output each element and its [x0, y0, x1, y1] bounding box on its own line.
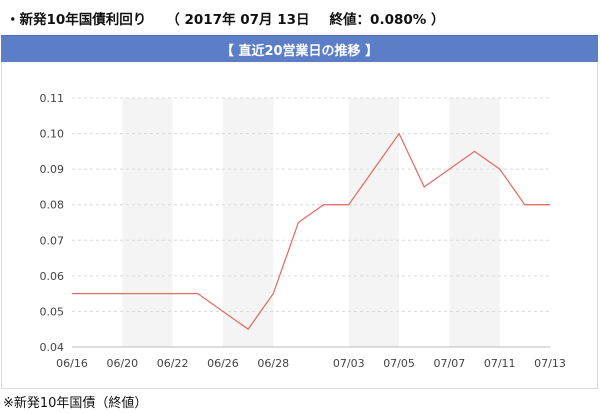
x-tick-label: 07/03 — [333, 357, 365, 370]
x-tick-label: 06/28 — [257, 357, 289, 370]
y-tick-label: 0.04 — [40, 341, 65, 354]
y-tick-label: 0.09 — [40, 163, 65, 176]
y-tick-label: 0.08 — [40, 199, 65, 212]
x-tick-label: 06/16 — [56, 357, 88, 370]
grid-band — [122, 98, 173, 347]
x-tick-label: 07/07 — [434, 357, 466, 370]
x-tick-label: 06/22 — [157, 357, 189, 370]
footnote: ※新発10年国債（終値） — [3, 396, 148, 411]
y-tick-label: 0.11 — [40, 92, 65, 105]
grid-band — [222, 98, 274, 347]
y-tick-label: 0.10 — [40, 128, 65, 141]
y-tick-label: 0.07 — [40, 234, 65, 247]
x-tick-label: 06/20 — [106, 357, 138, 370]
grid-band — [449, 98, 500, 347]
x-tick-label: 07/11 — [484, 357, 516, 370]
grid-band — [348, 98, 400, 347]
x-tick-label: 07/13 — [534, 357, 566, 370]
y-tick-label: 0.05 — [40, 305, 65, 318]
x-tick-label: 06/26 — [207, 357, 239, 370]
y-tick-label: 0.06 — [40, 270, 65, 283]
line-chart: 0.04 0.05 0.06 0.07 0.08 0.09 0.10 0.11 06/16 06/… — [40, 92, 566, 370]
x-tick-label: 07/05 — [383, 357, 415, 370]
